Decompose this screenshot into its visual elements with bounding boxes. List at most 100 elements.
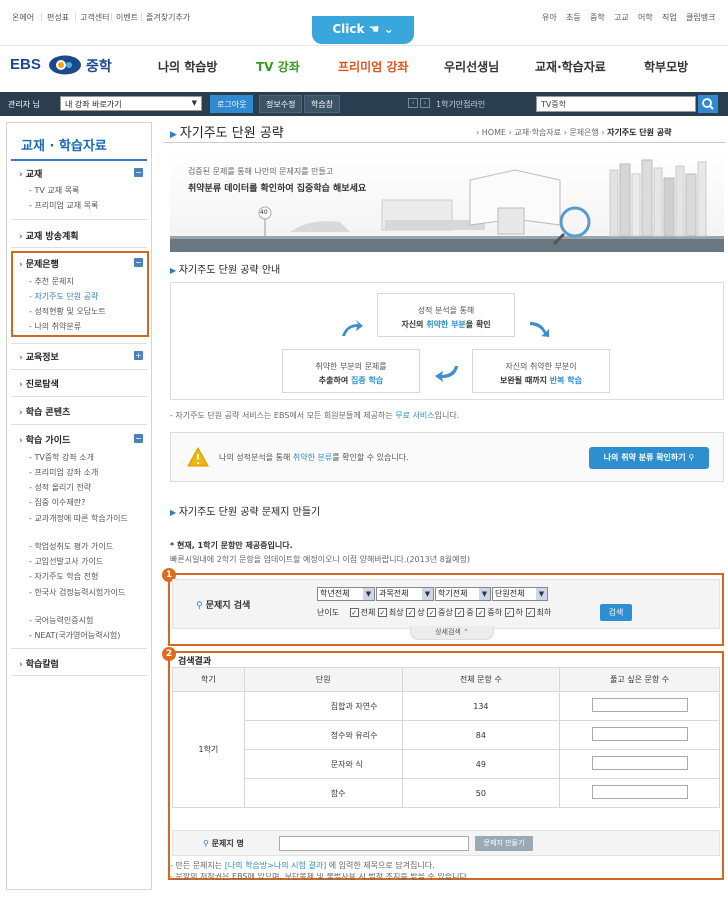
sidebar-subitem-guide[interactable]: - 성적 올리기 전략 [29,482,91,493]
sidebar-subitem-guide[interactable]: - 한국사 검정능력시험가이드 [29,586,147,599]
course-shortcut-select[interactable]: 내 강좌 바로가기 ▼ [60,96,202,111]
results-heading: 검색결과 [178,657,212,667]
dropdown-arrow-icon: ▼ [536,588,547,600]
unit-cell: 함수 [243,778,403,808]
sidebar-subitem-recommended[interactable]: - 추천 문제지 [29,276,74,287]
ebs-wordmark: EBS [10,56,41,73]
difficulty-checkbox-all[interactable]: ✓ 전체 [349,608,375,617]
ticker-next-icon[interactable]: › [420,98,430,108]
link-bookmark[interactable]: 즐겨찾기추가 [146,12,190,23]
footer-note-2: - 문항의 저작권은 EBS에 있으며, 무단복제 및 불법사용 시 법적 조치… [170,873,470,880]
link-language[interactable]: 어학 [638,12,653,23]
sidebar-item-career[interactable]: › 진로탐색 [19,377,59,390]
desired-count-input[interactable] [591,785,688,799]
ebs-logo[interactable]: EBS 중학 [10,54,120,76]
gnav-teachers[interactable]: 우리선생님 [444,58,499,75]
sidebar-subitem-guide[interactable]: - 자기주도 학습 전형 [29,571,98,582]
click-tab-button[interactable]: Click ☚ ⌄ [312,16,414,44]
gnav-tv-course[interactable]: TV 강좌 [256,58,300,75]
sidebar-subitem-guide[interactable]: - 국어능력인증시험 [29,615,93,626]
unit-cell: 정수와 유리수 [243,720,403,750]
advanced-search-toggle[interactable]: 상세검색 ⌃ [410,626,494,640]
member-bar: 관리자 님 내 강좌 바로가기 ▼ 로그아웃 정보수정 학습창 ‹ › 1학기만… [0,92,728,116]
guide-step-repeat: 자신의 취약한 부분이 보완될 때까지 반복 학습 [472,349,610,393]
difficulty-checkbox-low[interactable]: ✓ 하 [504,608,523,617]
link-infant[interactable]: 유아 [542,12,557,23]
collapse-icon[interactable]: − [134,434,143,443]
sidebar-subitem-guide[interactable]: - 교과개정에 따른 학습가이드 [29,512,147,525]
study-window-button[interactable]: 학습창 [304,95,341,113]
link-clipbank[interactable]: 클립뱅크 [686,12,715,23]
difficulty-checkbox-upper-mid[interactable]: ✓ 중상 [427,608,453,617]
link-high[interactable]: 고교 [614,12,629,23]
banner-illustration [170,159,724,252]
ticker-prev-icon[interactable]: ‹ [408,98,418,108]
sheet-name-input[interactable] [279,836,469,851]
grade-select[interactable]: 학년전체 ▼ [317,587,375,601]
ticker-text[interactable]: 1학기만점라인 [436,99,485,110]
sidebar-item-edu-info[interactable]: › 교육정보 [19,350,59,363]
sidebar-item-study-guide[interactable]: › 학습 가이드 [19,433,70,446]
search-submit-button[interactable]: 검색 [600,604,632,621]
difficulty-checkbox-top[interactable]: ✓ 최상 [377,608,404,617]
link-schedule[interactable]: 편성표 [47,12,69,23]
breadcrumb-item[interactable]: 교재·학습자료 [514,128,561,137]
guide-step-analysis: 성적 분석을 통해 자신의 취약한 부분을 확인 [377,293,515,337]
difficulty-checkbox-high[interactable]: ✓ 상 [406,608,425,617]
create-sheet-button[interactable]: 문제지 만들기 [475,836,533,851]
sidebar-subitem-guide[interactable]: - 집중 이수제란? [29,497,85,508]
dropdown-arrow-icon: ▼ [363,588,374,600]
difficulty-checkbox-lower-mid[interactable]: ✓ 중하 [476,608,502,617]
link-event[interactable]: 이벤트 [116,12,138,23]
gnav-textbooks[interactable]: 교재·학습자료 [535,58,606,75]
column-header: 학기 [172,667,245,692]
sidebar-item-question-bank[interactable]: › 문제은행 [19,257,59,270]
desired-count-input[interactable] [591,727,688,741]
search-input[interactable]: TV중학 [536,96,696,112]
table-row: 문자와 식 49 [173,749,720,779]
sidebar-subitem-guide[interactable]: - 학업성취도 평가 가이드 [29,541,113,552]
edit-info-button[interactable]: 정보수정 [259,95,303,113]
link-job[interactable]: 직업 [662,12,677,23]
desired-count-input[interactable] [591,756,688,770]
gnav-my-study[interactable]: 나의 학습방 [158,58,217,75]
difficulty-checkbox-lowest[interactable]: ✓ 최하 [525,608,551,617]
sidebar-subitem-guide[interactable]: - NEAT(국가영어능력시험) [29,630,120,641]
gnav-premium-course[interactable]: 프리미엄 강좌 [338,58,408,75]
sidebar-subitem-tv-books[interactable]: - TV 교재 목록 [29,185,79,196]
link-middle[interactable]: 중학 [590,12,605,23]
sidebar-subitem-grades[interactable]: - 성적현황 및 오답노트 [29,306,106,317]
desired-count-input[interactable] [591,698,688,712]
link-support[interactable]: 고객센터 [80,12,109,23]
sidebar-subitem-premium-books[interactable]: - 프리미엄 교재 목록 [29,200,98,211]
sidebar-item-column[interactable]: › 학습칼럼 [19,657,59,670]
semester-select[interactable]: 학기전체 ▼ [435,587,491,601]
sidebar-item-content[interactable]: › 학습 콘텐츠 [19,405,70,418]
expand-icon[interactable]: + [134,351,143,360]
sidebar-item-broadcast-plan[interactable]: › 교재 방송계획 [19,229,79,242]
breadcrumb-item[interactable]: 문제은행 [569,128,598,137]
subject-select[interactable]: 과목전체 ▼ [376,587,434,601]
breadcrumb-home[interactable]: HOME [482,128,506,137]
sidebar-item-textbook[interactable]: › 교재 [19,167,42,180]
collapse-icon[interactable]: − [134,258,143,267]
section-heading-make: ▶ 자기주도 단원 공략 문제지 만들기 [170,507,321,518]
link-onair[interactable]: 온에어 [12,12,34,23]
difficulty-checkbox-mid[interactable]: ✓ 중 [455,608,474,617]
sidebar-subitem-guide[interactable]: - 고입선발고사 가이드 [29,556,103,567]
gnav-parents[interactable]: 학부모방 [644,58,688,75]
check-weak-area-button[interactable]: 나의 취약 분류 확인하기 ⚲ [589,447,709,469]
cycle-arrow-icon [435,366,458,382]
dropdown-arrow-icon: ▼ [191,99,197,107]
unit-select[interactable]: 단원전체 ▼ [492,587,548,601]
sidebar-subitem-guide[interactable]: - TV중학 강좌 소개 [29,452,94,463]
sidebar-subitem-self-directed[interactable]: - 자기주도 단원 공략 [29,291,98,302]
desired-count-cell [559,778,720,808]
weak-area-panel: 나의 성적분석을 통해 취약한 분류를 확인할 수 있습니다. 나의 취약 분류… [170,432,724,482]
sidebar-subitem-weak-areas[interactable]: - 나의 취약분류 [29,321,81,332]
collapse-icon[interactable]: − [134,168,143,177]
logout-button[interactable]: 로그아웃 [210,95,254,113]
sidebar-subitem-guide[interactable]: - 프리미엄 강좌 소개 [29,467,98,478]
link-elementary[interactable]: 초등 [566,12,581,23]
search-button[interactable] [698,95,718,113]
